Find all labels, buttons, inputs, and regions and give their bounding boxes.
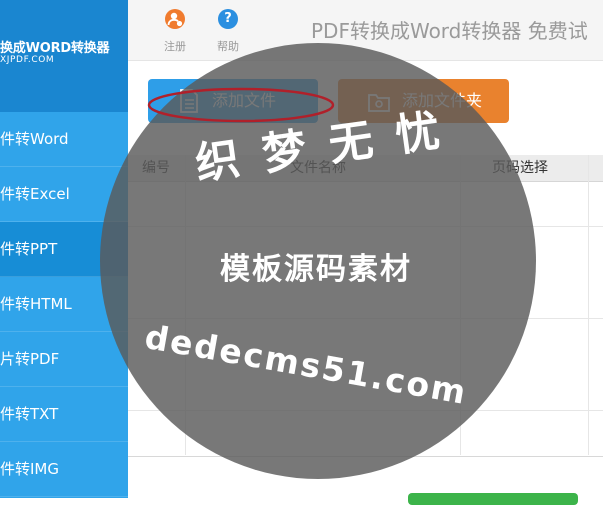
register-user-icon — [165, 9, 185, 29]
register-button[interactable]: 注册 — [155, 9, 195, 54]
sidebar-nav: 件转Word 件转Excel 件转PPT 件转HTML 片转PDF 件转TXT … — [0, 112, 128, 497]
file-icon — [180, 89, 198, 113]
table-row-divider — [128, 318, 603, 319]
register-label: 注册 — [164, 40, 186, 53]
help-label: 帮助 — [217, 40, 239, 53]
sidebar-item-txt[interactable]: 件转TXT — [0, 387, 128, 442]
app-title: PDF转换成Word转换器 免费试 — [311, 19, 588, 43]
sidebar-item-html[interactable]: 件转HTML — [0, 277, 128, 332]
column-header-filename: 文件名称 — [290, 160, 346, 176]
add-file-label: 添加文件 — [212, 91, 277, 110]
convert-button[interactable] — [408, 493, 578, 505]
toolbar: 注册 ? 帮助 PDF转换成Word转换器 免费试 — [128, 0, 603, 61]
sidebar: 换成WORD转换器 XJPDF.COM 件转Word 件转Excel 件转PPT… — [0, 0, 128, 498]
table-row-divider — [128, 226, 603, 227]
table-bottom-border — [128, 456, 603, 457]
sidebar-item-excel[interactable]: 件转Excel — [0, 167, 128, 222]
help-icon: ? — [218, 9, 238, 29]
column-header-number: 编号 — [142, 160, 170, 176]
brand-header: 换成WORD转换器 XJPDF.COM — [0, 0, 128, 112]
sidebar-item-image-to-pdf[interactable]: 片转PDF — [0, 332, 128, 387]
help-button[interactable]: ? 帮助 — [208, 9, 248, 54]
table-header: 编号 文件名称 页码选择 — [128, 155, 603, 182]
sidebar-item-img[interactable]: 件转IMG — [0, 442, 128, 497]
table-row-divider — [128, 410, 603, 411]
brand-name: 换成WORD转换器 — [0, 41, 110, 56]
add-folder-button[interactable]: 添加文件夹 — [338, 79, 509, 123]
sidebar-item-ppt[interactable]: 件转PPT — [0, 222, 128, 277]
watermark-text-bottom: dedecms51.com — [142, 317, 470, 412]
sidebar-item-word[interactable]: 件转Word — [0, 112, 128, 167]
watermark-text-middle: 模板源码素材 — [220, 252, 412, 287]
add-folder-label: 添加文件夹 — [402, 91, 483, 110]
brand-url: XJPDF.COM — [0, 55, 55, 65]
file-table: 编号 文件名称 页码选择 — [128, 155, 603, 182]
add-file-button[interactable]: 添加文件 — [148, 79, 318, 123]
folder-icon — [368, 94, 390, 112]
column-header-page-select: 页码选择 — [492, 160, 548, 176]
